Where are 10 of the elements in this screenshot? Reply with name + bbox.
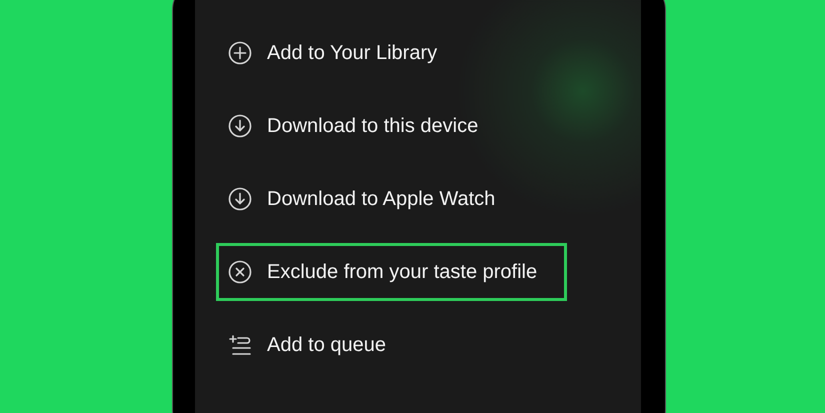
queue-icon: [228, 333, 252, 357]
menu-item[interactable]: Exclude from your taste profile: [216, 243, 567, 301]
download-icon: [228, 114, 252, 138]
close-circle-icon: [228, 260, 252, 284]
plus-circle-icon: [228, 41, 252, 65]
menu-item[interactable]: Add to queue: [216, 316, 567, 374]
menu-item[interactable]: Download to this device: [216, 97, 567, 155]
menu-item[interactable]: Add to Your Library: [216, 24, 567, 82]
download-icon: [228, 187, 252, 211]
menu-item[interactable]: Download to Apple Watch: [216, 170, 567, 228]
